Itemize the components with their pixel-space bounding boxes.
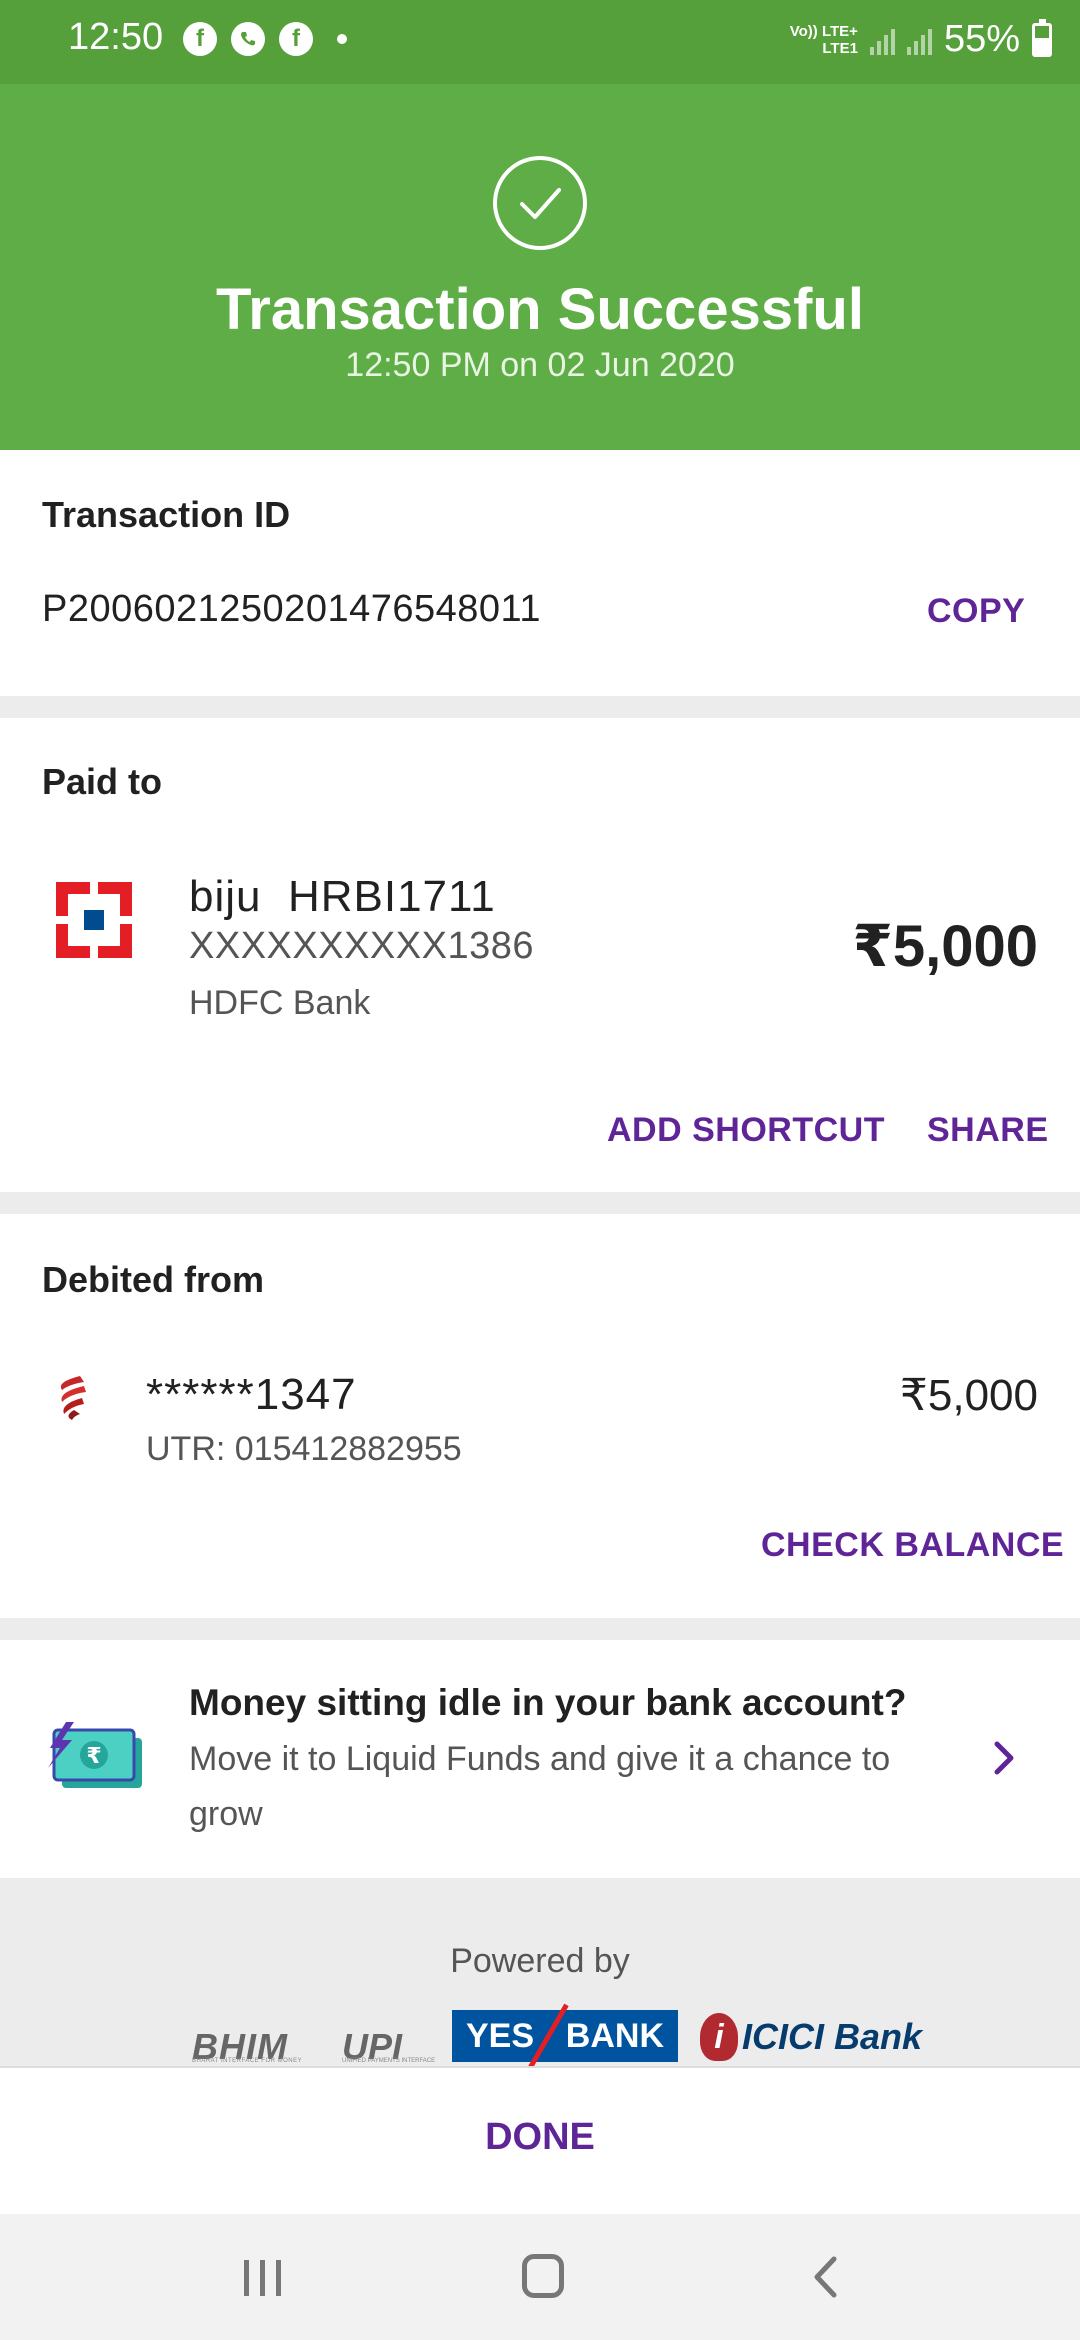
section-divider — [0, 696, 1080, 718]
payee-bank-name: HDFC Bank — [189, 984, 371, 1022]
add-shortcut-button[interactable]: ADD SHORTCUT — [607, 1111, 885, 1150]
bhim-tagline: BHARAT INTERFACE FOR MONEY — [192, 2058, 303, 2064]
copy-button[interactable]: COPY — [927, 592, 1025, 631]
signal-icon — [906, 25, 932, 55]
transaction-id-value: P2006021250201476548011 — [42, 588, 541, 630]
debited-from-label: Debited from — [42, 1259, 265, 1300]
home-icon[interactable] — [522, 2254, 564, 2298]
utr-number: UTR: 015412882955 — [146, 1430, 462, 1468]
promo-title: Money sitting idle in your bank account? — [189, 1682, 907, 1723]
facebook-icon: f — [183, 22, 217, 56]
hdfc-bank-logo — [56, 882, 132, 958]
powered-by-label: Powered by — [450, 1942, 630, 1980]
system-icons: Vo)) LTE+ LTE1 55% — [790, 18, 1052, 61]
section-divider — [0, 1192, 1080, 1214]
check-circle-icon — [493, 156, 587, 250]
status-bar: 12:50 f f Vo)) LTE+ LTE1 55% — [0, 0, 1080, 84]
share-button[interactable]: SHARE — [927, 1111, 1049, 1150]
facebook-icon: f — [279, 22, 313, 56]
transaction-id-label: Transaction ID — [42, 494, 291, 535]
paid-to-label: Paid to — [42, 761, 163, 802]
success-header: Transaction Successful 12:50 PM on 02 Ju… — [0, 84, 1080, 450]
yes-bank-logo: YES BANK — [452, 2003, 678, 2069]
icici-mark: i — [700, 2013, 738, 2061]
page-title: Transaction Successful — [216, 277, 864, 342]
back-icon[interactable] — [808, 2254, 842, 2300]
bank-logo-icon — [60, 1376, 86, 1420]
paid-amount: ₹5,000 — [852, 914, 1039, 979]
status-time: 12:50 — [68, 16, 164, 58]
icici-bank-logo: i ICICI Bank — [700, 2010, 922, 2064]
promo-description: Move it to Liquid Funds and give it a ch… — [189, 1740, 891, 1833]
battery-icon — [1032, 18, 1052, 57]
recent-apps-icon[interactable] — [240, 2258, 286, 2298]
transaction-timestamp: 12:50 PM on 02 Jun 2020 — [345, 346, 735, 384]
section-divider — [0, 1618, 1080, 1640]
done-button[interactable]: DONE — [0, 2116, 1080, 2159]
chevron-right-icon[interactable] — [990, 1738, 1020, 1778]
whatsapp-icon — [231, 22, 265, 56]
debit-account-number: ******1347 — [146, 1370, 357, 1419]
signal-icon — [869, 25, 895, 55]
notification-icons: f f — [183, 22, 347, 56]
payee-account-number: XXXXXXXXXX1386 — [189, 925, 534, 967]
svg-text:₹: ₹ — [86, 1744, 101, 1769]
more-notifications-icon — [337, 34, 347, 44]
battery-percentage: 55% — [943, 18, 1020, 60]
network-type: Vo)) LTE+ LTE1 — [789, 22, 858, 57]
money-lightning-icon: ₹ — [48, 1722, 142, 1788]
upi-tagline: UNIFIED PAYMENTS INTERFACE — [342, 2058, 436, 2064]
payee-name: biju HRBI1711 — [189, 872, 496, 921]
debited-amount: ₹5,000 — [899, 1371, 1038, 1420]
check-balance-button[interactable]: CHECK BALANCE — [761, 1526, 1064, 1565]
